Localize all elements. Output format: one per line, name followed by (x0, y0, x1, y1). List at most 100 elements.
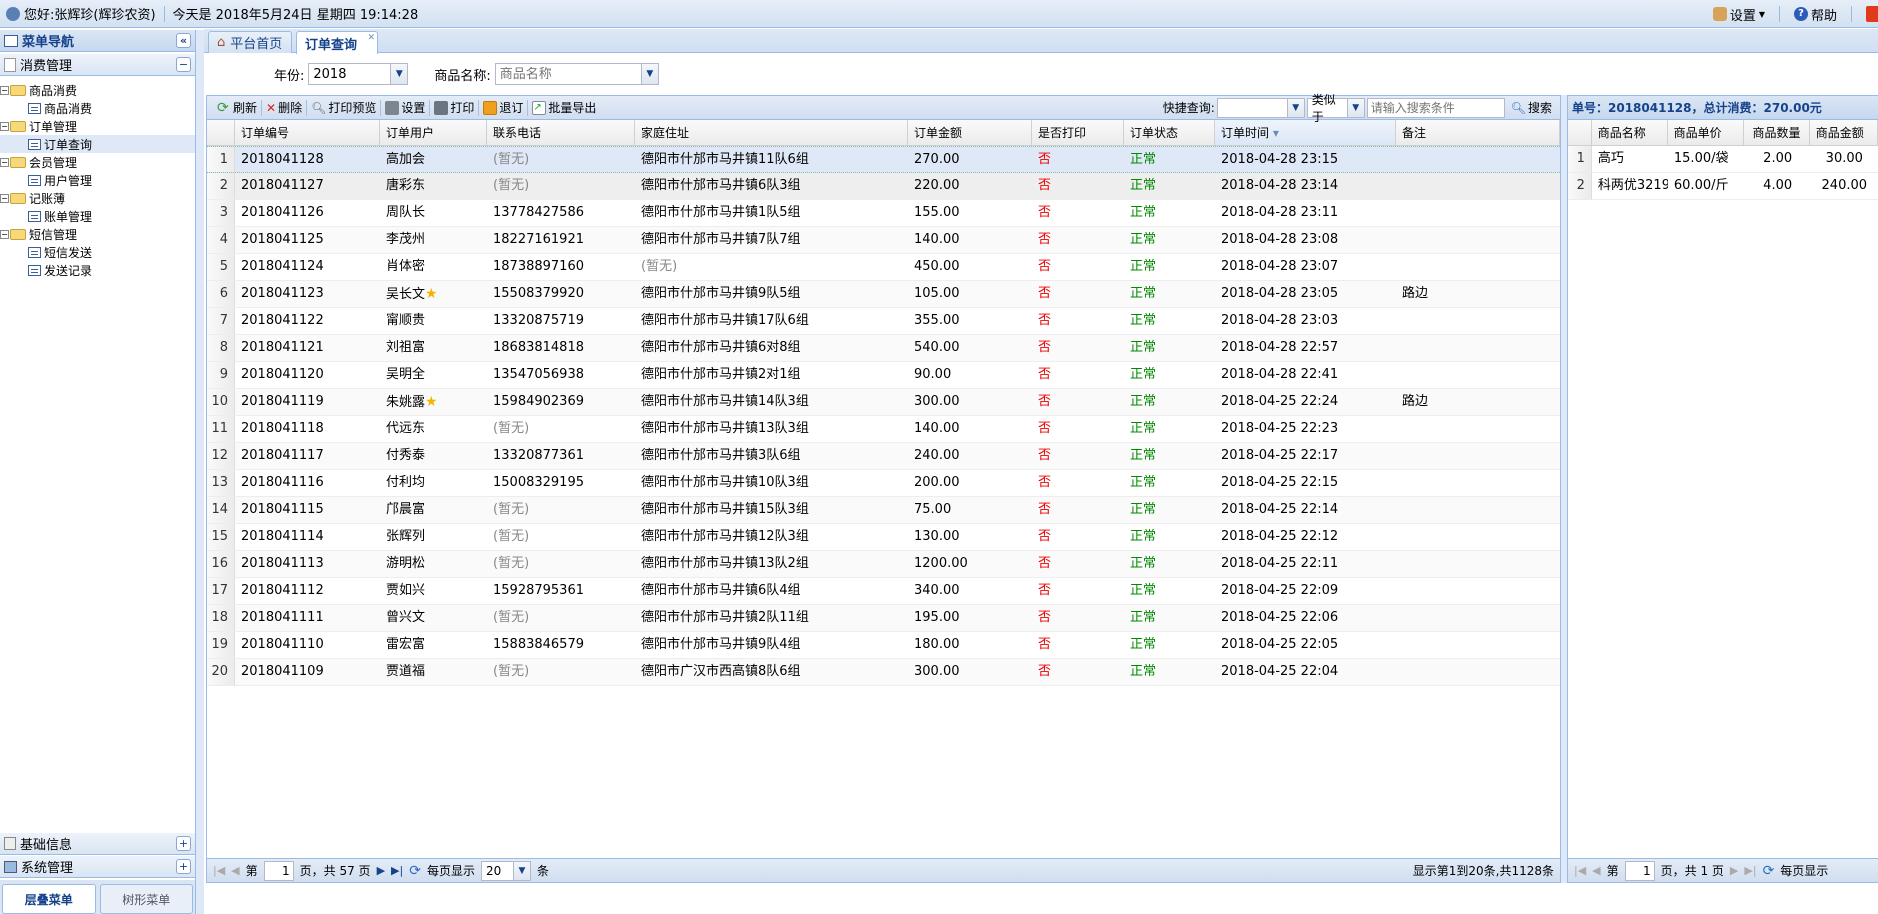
prev-page-button[interactable]: ◀ (231, 864, 239, 877)
table-row[interactable]: 14 2018041115 邝晨富 (暂无) 德阳市什邡市马井镇15队3组 75.00 否 正… (207, 497, 1560, 524)
table-cell (1396, 416, 1560, 442)
tree-item[interactable]: 用户管理 (0, 171, 195, 189)
column-header[interactable]: 联系电话 (487, 120, 635, 145)
collapse-node-icon[interactable]: − (0, 229, 9, 239)
print-preview-button[interactable]: 🔍︎ 打印预览 (307, 98, 380, 118)
section-basic-info[interactable]: 基础信息 + (0, 833, 195, 855)
help-button[interactable]: ? 帮助 (1793, 5, 1837, 24)
collapse-node-icon[interactable]: − (0, 193, 9, 203)
batch-export-button[interactable]: ↗ 批量导出 (528, 98, 600, 118)
delete-button[interactable]: ✕ 删除 (262, 98, 306, 118)
column-header[interactable]: 商品名称 (1592, 120, 1668, 145)
print-button[interactable]: 打印 (430, 98, 478, 118)
first-page-button[interactable]: |◀ (1574, 864, 1586, 877)
product-select[interactable]: ▼ (494, 63, 659, 85)
column-header[interactable]: 是否打印 (1032, 120, 1124, 145)
table-row[interactable]: 12 2018041117 付秀泰 13320877361 德阳市什邡市马井镇3队6组 2… (207, 443, 1560, 470)
tree-item[interactable]: − 短信管理 (0, 225, 195, 243)
collapse-node-icon[interactable]: − (0, 121, 9, 131)
settings-menu[interactable]: 设置 ▼ (1712, 5, 1765, 24)
collapse-button[interactable]: « (176, 33, 191, 48)
last-page-button[interactable]: ▶| (1744, 864, 1756, 877)
column-header[interactable]: 家庭住址 (635, 120, 908, 145)
table-row[interactable]: 20 2018041109 贾道福 (暂无) 德阳市广汉市西高镇8队6组 300.00 否 正… (207, 659, 1560, 686)
table-row[interactable]: 8 2018041121 刘祖富 18683814818 德阳市什邡市马井镇6对8组 54… (207, 335, 1560, 362)
table-row[interactable]: 6 2018041123 吴长文★ 15508379920 德阳市什邡市马井镇9队5组 1… (207, 281, 1560, 308)
tree-item[interactable]: 商品消费 (0, 99, 195, 117)
section-system[interactable]: 系统管理 + (0, 856, 195, 878)
table-row[interactable]: 18 2018041111 曾兴文 (暂无) 德阳市什邡市马井镇2队11组 195.00 否… (207, 605, 1560, 632)
cell-value: 2018041118 (241, 421, 324, 436)
tree-item[interactable]: − 商品消费 (0, 81, 195, 99)
table-row[interactable]: 15 2018041114 张辉列 (暂无) 德阳市什邡市马井镇12队3组 130.00 否… (207, 524, 1560, 551)
grid-header: 订单编号 订单用户 联系电话 家庭住址 订单金额 是否打印 订单状态 订单时间 ▾ 备注 (207, 120, 1560, 146)
table-row[interactable]: 5 2018041124 肖体密 18738897160 (暂无) 450.00 否 正常 20… (207, 254, 1560, 281)
tree-item[interactable]: − 记账薄 (0, 189, 195, 207)
page-input[interactable]: 1 (1624, 860, 1655, 881)
column-header[interactable]: 订单用户 (380, 120, 487, 145)
tree-item[interactable]: 发送记录 (0, 261, 195, 279)
first-page-button[interactable]: |◀ (213, 864, 225, 877)
quick-field-select[interactable]: ▼ (1216, 97, 1305, 118)
column-header[interactable]: 商品数量 (1744, 120, 1810, 145)
tab-tree-menu[interactable]: 树形菜单 (99, 884, 193, 914)
tab-home[interactable]: ⌂ 平台首页 (208, 31, 292, 53)
table-row[interactable]: 11 2018041118 代远东 (暂无) 德阳市什邡市马井镇13队3组 140.00 否… (207, 416, 1560, 443)
cell-value: 15008329195 (493, 475, 584, 490)
print-setup-button[interactable]: 设置 (381, 98, 429, 118)
search-button[interactable]: 🔍︎ 搜索 (1507, 98, 1556, 118)
last-page-button[interactable]: ▶| (391, 864, 403, 877)
table-row[interactable]: 10 2018041119 朱姚露★ 15984902369 德阳市什邡市马井镇14队3… (207, 389, 1560, 416)
collapse-node-icon[interactable]: − (0, 157, 9, 167)
search-input[interactable] (1366, 97, 1505, 118)
tab-layer-menu[interactable]: 层叠菜单 (2, 884, 96, 914)
column-header[interactable]: 商品金额 (1810, 120, 1878, 145)
tab-order-query[interactable]: 订单查询 ✕ (296, 31, 378, 54)
table-row[interactable]: 7 2018041122 甯顺贵 13320875719 德阳市什邡市马井镇17队6组 3… (207, 308, 1560, 335)
table-row[interactable]: 4 2018041125 李茂州 18227161921 德阳市什邡市马井镇7队7组 14… (207, 227, 1560, 254)
collapse-node-icon[interactable]: − (0, 85, 9, 95)
column-header[interactable]: 订单编号 (235, 120, 380, 145)
table-row[interactable]: 1 2018041128 高加会 (暂无) 德阳市什邡市马井镇11队6组 270.00 否 正… (207, 146, 1560, 173)
tree-item[interactable]: − 订单管理 (0, 117, 195, 135)
reload-icon[interactable]: ⟳ (1763, 863, 1775, 879)
table-row[interactable]: 17 2018041112 贾如兴 15928795361 德阳市什邡市马井镇6队4组 3… (207, 578, 1560, 605)
section-consumption[interactable]: 消费管理 − (0, 54, 195, 76)
expand-button[interactable]: + (176, 859, 191, 874)
table-row[interactable]: 1 高巧 15.00/袋 2.00 30.00 (1568, 146, 1878, 173)
next-page-button[interactable]: ▶ (377, 864, 385, 877)
sidebar-splitter[interactable] (196, 30, 204, 914)
section-collapse-button[interactable]: − (176, 57, 191, 72)
expand-button[interactable]: + (176, 836, 191, 851)
close-tab-icon[interactable]: ✕ (367, 33, 375, 43)
table-row[interactable]: 16 2018041113 游明松 (暂无) 德阳市什邡市马井镇13队2组 1200.00… (207, 551, 1560, 578)
page-input[interactable]: 1 (263, 860, 294, 881)
table-row[interactable]: 19 2018041110 雷宏富 15883846579 德阳市什邡市马井镇9队4组 1… (207, 632, 1560, 659)
tree-item[interactable]: 账单管理 (0, 207, 195, 225)
table-row[interactable]: 2 科两优3219 60.00/斤 4.00 240.00 (1568, 173, 1878, 200)
cell-value: 德阳市什邡市马井镇10队3组 (641, 475, 809, 490)
column-header[interactable]: 备注 (1396, 120, 1560, 145)
year-select[interactable]: 2018 ▼ (308, 63, 409, 85)
page-size-select[interactable]: 20 ▼ (480, 860, 531, 881)
refresh-button[interactable]: ⟳ 刷新 (213, 98, 261, 118)
cancel-order-button[interactable]: 退订 (479, 98, 527, 118)
prev-page-button[interactable]: ◀ (1592, 864, 1600, 877)
reload-icon[interactable]: ⟳ (409, 863, 421, 879)
table-row[interactable]: 2 2018041127 唐彩东 (暂无) 德阳市什邡市马井镇6队3组 220.00 否 正常… (207, 173, 1560, 200)
tree-item[interactable]: 短信发送 (0, 243, 195, 261)
column-header[interactable]: 订单金额 (908, 120, 1032, 145)
table-row[interactable]: 13 2018041116 付利均 15008329195 德阳市什邡市马井镇10队3组… (207, 470, 1560, 497)
table-row[interactable]: 3 2018041126 周队长 13778427586 德阳市什邡市马井镇1队5组 15… (207, 200, 1560, 227)
tree-item[interactable]: 订单查询 (0, 135, 195, 153)
column-header[interactable]: 商品单价 (1668, 120, 1745, 145)
product-input[interactable] (495, 66, 641, 82)
column-header[interactable]: 订单状态 (1124, 120, 1215, 145)
operator-select[interactable]: 类似于 ▼ (1306, 93, 1365, 124)
column-header[interactable]: 订单时间 ▾ (1215, 120, 1396, 145)
next-page-button[interactable]: ▶ (1730, 864, 1738, 877)
table-cell: 240.00 (908, 443, 1032, 469)
tree-item[interactable]: − 会员管理 (0, 153, 195, 171)
table-row[interactable]: 9 2018041120 吴明全 13547056938 德阳市什邡市马井镇2对1组 90… (207, 362, 1560, 389)
power-icon[interactable] (1866, 6, 1878, 22)
